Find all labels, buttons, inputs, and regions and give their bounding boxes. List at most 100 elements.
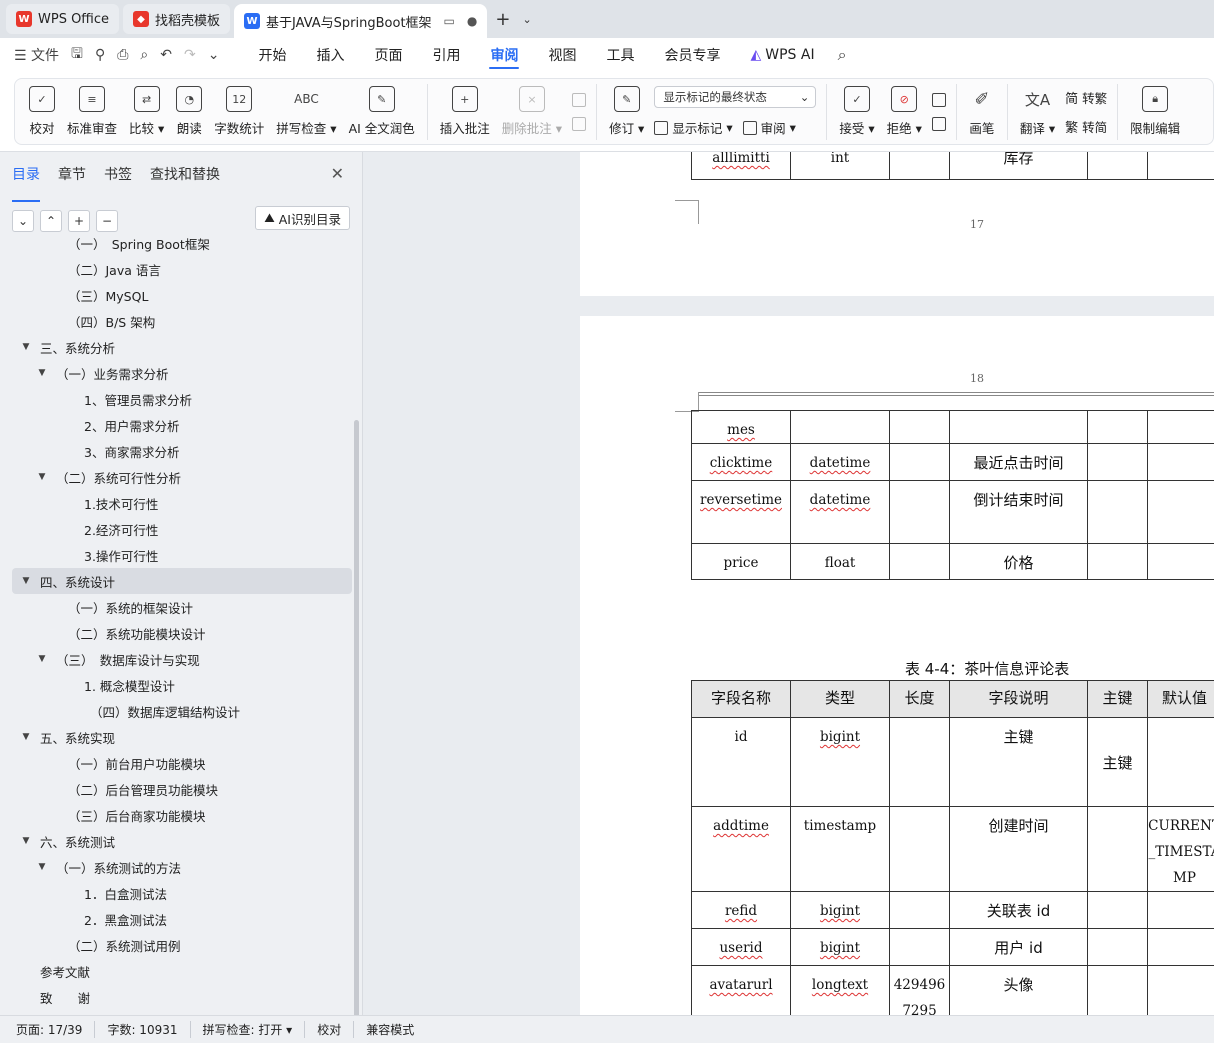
word-count-indicator[interactable]: 字数: 10931 bbox=[107, 1021, 191, 1038]
expand-caret-icon[interactable]: ▼ bbox=[36, 862, 48, 872]
toc-item[interactable]: （四）B/S 架构 bbox=[12, 308, 352, 334]
toc-item[interactable]: 致 谢 bbox=[12, 984, 352, 1010]
collapse-up-icon[interactable]: ⌃ bbox=[40, 210, 62, 232]
next-revision-icon[interactable] bbox=[931, 116, 946, 131]
expand-caret-icon[interactable]: ▼ bbox=[20, 732, 32, 742]
toc-item[interactable]: （二）后台管理员功能模块 bbox=[12, 776, 352, 802]
remove-heading-icon[interactable]: − bbox=[96, 210, 118, 232]
read-aloud-button[interactable]: ◔ 朗读 bbox=[170, 80, 208, 144]
reject-button[interactable]: ⊘ 拒绝 ▾ bbox=[881, 80, 928, 144]
toc-item[interactable]: ▼ （一）业务需求分析 bbox=[12, 360, 352, 386]
compare-button[interactable]: ⇄ 比较 ▾ bbox=[123, 80, 170, 144]
tab-toc[interactable]: 目录 bbox=[12, 164, 40, 202]
expand-caret-icon[interactable]: ▼ bbox=[36, 654, 48, 664]
insert-comment-button[interactable]: + 插入批注 bbox=[434, 80, 496, 144]
page-indicator[interactable]: 页面: 17/39 bbox=[16, 1021, 96, 1038]
toc-item[interactable]: （三）后台商家功能模块 bbox=[12, 802, 352, 828]
menu-view[interactable]: 视图 bbox=[533, 38, 591, 72]
toc-item[interactable]: （二）Java 语言 bbox=[12, 256, 352, 282]
proofread-status[interactable]: 校对 bbox=[317, 1021, 355, 1038]
chevron-down-icon[interactable]: ⌄ bbox=[518, 13, 535, 26]
menu-home[interactable]: 开始 bbox=[243, 38, 301, 72]
pen-button[interactable]: ✐ 画笔 bbox=[963, 80, 1001, 144]
file-menu[interactable]: 文件 bbox=[31, 48, 59, 64]
revise-button[interactable]: ✎ 修订 ▾ bbox=[603, 80, 650, 144]
toc-item[interactable]: 3.操作可行性 bbox=[12, 542, 352, 568]
expand-caret-icon[interactable]: ▼ bbox=[20, 342, 32, 352]
previous-revision-icon[interactable] bbox=[931, 92, 946, 107]
toc-item[interactable]: 3、商家需求分析 bbox=[12, 438, 352, 464]
toc-item[interactable]: 1.技术可行性 bbox=[12, 490, 352, 516]
redo-icon[interactable]: ↷ bbox=[184, 47, 196, 63]
to-simplified-button[interactable]: 繁转简 bbox=[1065, 117, 1107, 136]
close-icon[interactable]: ● bbox=[467, 14, 477, 28]
menu-reference[interactable]: 引用 bbox=[417, 38, 475, 72]
toc-item[interactable]: （二）系统功能模块设计 bbox=[12, 620, 352, 646]
monitor-icon[interactable]: ▭ bbox=[444, 14, 455, 28]
restrict-edit-button[interactable]: 🔒︎ 限制编辑 bbox=[1124, 80, 1186, 144]
toc-item[interactable]: （四）数据库逻辑结构设计 bbox=[12, 698, 352, 724]
tab-bookmarks[interactable]: 书签 bbox=[104, 164, 132, 194]
expand-caret-icon[interactable]: ▼ bbox=[20, 576, 32, 586]
menu-tools[interactable]: 工具 bbox=[591, 38, 649, 72]
show-markup-button[interactable]: 显示标记 ▾ bbox=[654, 118, 733, 137]
toc-item[interactable]: （二）系统测试用例 bbox=[12, 932, 352, 958]
print-icon[interactable]: ⎙ bbox=[117, 47, 128, 63]
toc-item[interactable]: （一）前台用户功能模块 bbox=[12, 750, 352, 776]
review-pane-button[interactable]: 审阅 ▾ bbox=[742, 118, 796, 137]
delete-comment-button[interactable]: × 删除批注 ▾ bbox=[496, 80, 568, 144]
more-chevron-icon[interactable]: ⌄ bbox=[208, 47, 220, 63]
spell-check-toggle[interactable]: 拼写检查: 打开 ▾ bbox=[203, 1021, 306, 1038]
ai-recognize-toc-button[interactable]: ⛰ AI识别目录 bbox=[255, 206, 350, 230]
expand-caret-icon[interactable]: ▼ bbox=[20, 836, 32, 846]
translate-button[interactable]: 文A 翻译 ▾ bbox=[1014, 80, 1061, 144]
tab-document[interactable]: W 基于JAVA与SpringBoot框架 ▭ ● bbox=[234, 4, 488, 38]
spell-check-button[interactable]: ABC 拼写检查 ▾ bbox=[270, 80, 342, 144]
expand-caret-icon[interactable]: ▼ bbox=[36, 472, 48, 482]
toc-item[interactable]: （一）系统的框架设计 bbox=[12, 594, 352, 620]
word-count-button[interactable]: 12 字数统计 bbox=[208, 80, 270, 144]
toc-item[interactable]: 1. 概念模型设计 bbox=[12, 672, 352, 698]
previous-comment-icon[interactable] bbox=[572, 92, 587, 107]
toc-scrollbar[interactable] bbox=[354, 420, 359, 1020]
add-heading-icon[interactable]: + bbox=[68, 210, 90, 232]
accept-button[interactable]: ✓ 接受 ▾ bbox=[833, 80, 880, 144]
standard-review-button[interactable]: ≡ 标准审查 bbox=[61, 80, 123, 144]
undo-icon[interactable]: ↶ bbox=[160, 47, 172, 63]
menu-membership[interactable]: 会员专享 bbox=[649, 38, 735, 72]
new-tab-icon[interactable]: + bbox=[491, 9, 514, 30]
menu-review[interactable]: 审阅 bbox=[475, 38, 533, 72]
toc-item[interactable]: ▼ 六、系统测试 bbox=[12, 828, 352, 854]
menu-wps-ai[interactable]: ◭ WPS AI bbox=[735, 38, 829, 72]
expand-down-icon[interactable]: ⌄ bbox=[12, 210, 34, 232]
menu-page[interactable]: 页面 bbox=[359, 38, 417, 72]
tab-docer[interactable]: ◆ 找稻壳模板 bbox=[123, 4, 231, 34]
tab-wps-office[interactable]: W WPS Office bbox=[6, 4, 120, 34]
save-icon[interactable]: 🖫 bbox=[71, 43, 83, 67]
print-preview-icon[interactable]: ⌕ bbox=[140, 47, 148, 63]
markup-state-select[interactable]: 显示标记的最终状态 ⌄ bbox=[654, 86, 817, 108]
toc-item[interactable]: 2．黑盒测试法 bbox=[12, 906, 352, 932]
toc-item[interactable]: 1．白盒测试法 bbox=[12, 880, 352, 906]
toc-item[interactable]: ▼ 三、系统分析 bbox=[12, 334, 352, 360]
to-traditional-button[interactable]: 简转繁 bbox=[1065, 88, 1107, 107]
toc-item[interactable]: ▼ 四、系统设计 bbox=[12, 568, 352, 594]
hamburger-icon[interactable]: ☰ 文件 bbox=[14, 45, 59, 65]
tab-chapters[interactable]: 章节 bbox=[58, 164, 86, 194]
next-comment-icon[interactable] bbox=[572, 116, 587, 131]
toc-item[interactable]: 2、用户需求分析 bbox=[12, 412, 352, 438]
toc-item[interactable]: 1、管理员需求分析 bbox=[12, 386, 352, 412]
share-icon[interactable]: ⚲ bbox=[95, 47, 105, 63]
toc-item[interactable]: ▼ （二）系统可行性分析 bbox=[12, 464, 352, 490]
toc-item[interactable]: 参考文献 bbox=[12, 958, 352, 984]
search-icon[interactable]: ⌕ bbox=[838, 45, 847, 65]
toc-item[interactable]: （一） Spring Boot框架 bbox=[12, 238, 352, 256]
toc-item[interactable]: ▼ （三） 数据库设计与实现 bbox=[12, 646, 352, 672]
close-icon[interactable]: ✕ bbox=[331, 164, 344, 183]
menu-insert[interactable]: 插入 bbox=[301, 38, 359, 72]
proofread-button[interactable]: ✓ 校对 bbox=[23, 80, 61, 144]
toc-item[interactable]: 2.经济可行性 bbox=[12, 516, 352, 542]
toc-item[interactable]: ▼ 五、系统实现 bbox=[12, 724, 352, 750]
tab-find-replace[interactable]: 查找和替换 bbox=[150, 164, 220, 194]
toc-item[interactable]: （三）MySQL bbox=[12, 282, 352, 308]
